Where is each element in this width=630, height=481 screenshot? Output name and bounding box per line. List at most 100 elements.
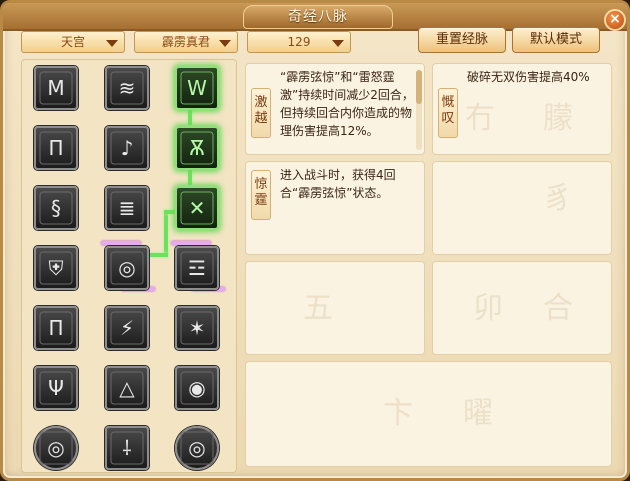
- decorative-seal: 冇: [465, 101, 495, 136]
- meridian-node[interactable]: M: [34, 66, 78, 110]
- meridian-node[interactable]: ≋: [105, 66, 149, 110]
- cloud-icon: ≋: [110, 71, 144, 105]
- chain-decoration: [171, 241, 211, 245]
- skill-card[interactable]: 惊霆 进入战斗时，获得4回合“霹雳弦惊”状态。: [245, 161, 425, 255]
- meridian-node[interactable]: ◎: [105, 246, 149, 290]
- decorative-seal: 五: [303, 291, 333, 326]
- svg-text:⛨: ⛨: [49, 256, 64, 280]
- chevron-down-icon: [106, 40, 118, 47]
- faction-dropdown[interactable]: 天宫: [21, 31, 125, 53]
- svg-text:◎: ◎: [188, 436, 205, 460]
- demon-icon: Ѫ: [180, 131, 214, 165]
- svg-text:♪: ♪: [121, 136, 134, 160]
- close-button[interactable]: ×: [604, 9, 626, 31]
- svg-text:⚡: ⚡: [120, 316, 134, 340]
- svg-text:△: △: [119, 376, 135, 400]
- meridian-node[interactable]: △: [105, 366, 149, 410]
- svg-text:✶: ✶: [189, 316, 206, 340]
- level-dropdown[interactable]: 129: [247, 31, 351, 53]
- decorative-seal: 合: [543, 291, 573, 326]
- swords-icon: ✕: [180, 191, 214, 225]
- svg-text:✕: ✕: [189, 196, 206, 220]
- skill-card[interactable]: 激越 “霹雳弦惊”和“雷怒霆激”持续时间减少2回合，但持续回合内你造成的物理伤害…: [245, 63, 425, 155]
- lightning-icon: M: [39, 71, 73, 105]
- svg-text:§: §: [51, 196, 61, 220]
- svg-text:◎: ◎: [118, 256, 135, 280]
- skill-name: 激越: [251, 88, 271, 138]
- window-title: 奇经八脉: [243, 5, 393, 29]
- meridian-node[interactable]: ♪: [105, 126, 149, 170]
- meridian-node[interactable]: Ψ: [34, 366, 78, 410]
- burst-icon: ✶: [180, 311, 214, 345]
- music-icon: ♪: [110, 131, 144, 165]
- flame-icon: ☲: [180, 251, 214, 285]
- meridian-link: [164, 210, 168, 256]
- scrollbar[interactable]: [416, 70, 422, 150]
- meridian-link: [150, 253, 168, 257]
- svg-text:Π: Π: [48, 136, 63, 160]
- eyes-icon: ◎: [110, 251, 144, 285]
- meridian-node[interactable]: Ѫ: [175, 126, 219, 170]
- svg-text:Ѫ: Ѫ: [189, 136, 205, 160]
- rune-icon: ⸸: [110, 431, 144, 465]
- skill-description: 进入战斗时，获得4回合“霹雳弦惊”状态。: [280, 168, 396, 200]
- decorative-seal: 卞: [383, 396, 413, 431]
- meridian-node[interactable]: П: [34, 306, 78, 350]
- meridian-node[interactable]: Π: [34, 126, 78, 170]
- svg-text:◉: ◉: [188, 376, 205, 400]
- meridian-node[interactable]: ☲: [175, 246, 219, 290]
- svg-text:M: M: [47, 76, 64, 100]
- swirl-icon: §: [39, 191, 73, 225]
- chain-decoration: [101, 241, 141, 245]
- decorative-seal: 朦: [543, 101, 573, 136]
- meridian-node[interactable]: ⛨: [34, 246, 78, 290]
- empty-slot: [245, 361, 612, 467]
- arrow-icon: △: [110, 371, 144, 405]
- faction-value: 天宫: [60, 35, 85, 49]
- level-value: 129: [287, 35, 311, 49]
- skill-description: “霹雳弦惊”和“雷怒霆激”持续时间减少2回合，但持续回合内你造成的物理伤害提高1…: [280, 70, 414, 138]
- meridian-node[interactable]: ≣: [105, 186, 149, 230]
- meridian-window: 奇经八脉 × 天宫 霹雳真君 129 重置经脉 默认模式 M ≋ W Π ♪ Ѫ § ≣ ✕ ⛨ ◎…: [0, 0, 630, 481]
- svg-text:☲: ☲: [188, 256, 206, 280]
- pillar-icon: Π: [39, 131, 73, 165]
- svg-text:П: П: [48, 316, 63, 340]
- crack-icon: ⚡: [110, 311, 144, 345]
- reset-meridian-button[interactable]: 重置经脉: [418, 27, 506, 53]
- scroll-icon: ≣: [110, 191, 144, 225]
- chevron-down-icon: [219, 40, 231, 47]
- claw-icon: W: [180, 71, 214, 105]
- school-value: 霹雳真君: [161, 35, 210, 49]
- skill-name: 慨叹: [438, 88, 458, 138]
- svg-text:Ψ: Ψ: [48, 376, 64, 400]
- orb-icon: ◎: [180, 431, 214, 465]
- glare-icon: ◉: [180, 371, 214, 405]
- decorative-seal: 卯: [473, 291, 503, 326]
- decorative-seal: 曜: [463, 396, 493, 431]
- meridian-node[interactable]: ✶: [175, 306, 219, 350]
- orb-icon: ◎: [39, 431, 73, 465]
- svg-text:≋: ≋: [119, 76, 136, 100]
- scroll-thumb[interactable]: [416, 70, 422, 104]
- meridian-node[interactable]: ◎: [34, 426, 78, 470]
- empty-slot: [245, 261, 425, 355]
- svg-text:W: W: [187, 76, 207, 100]
- empty-slot: [432, 261, 612, 355]
- helmet-icon: Ψ: [39, 371, 73, 405]
- empty-slot: [432, 161, 612, 255]
- meridian-node[interactable]: ⸸: [105, 426, 149, 470]
- default-mode-button[interactable]: 默认模式: [512, 27, 600, 53]
- chevron-down-icon: [332, 40, 344, 47]
- meridian-node[interactable]: ⚡: [105, 306, 149, 350]
- skill-name: 惊霆: [251, 170, 271, 220]
- skill-card[interactable]: 慨叹 破碎无双伤害提高40%: [432, 63, 612, 155]
- meridian-node[interactable]: §: [34, 186, 78, 230]
- school-dropdown[interactable]: 霹雳真君: [134, 31, 238, 53]
- meridian-node[interactable]: ◉: [175, 366, 219, 410]
- svg-text:⸸: ⸸: [122, 436, 131, 460]
- meridian-node[interactable]: ◎: [175, 426, 219, 470]
- meridian-node[interactable]: ✕: [175, 186, 219, 230]
- meridian-node[interactable]: W: [175, 66, 219, 110]
- svg-text:◎: ◎: [47, 436, 64, 460]
- decorative-seal: 豸: [543, 181, 573, 216]
